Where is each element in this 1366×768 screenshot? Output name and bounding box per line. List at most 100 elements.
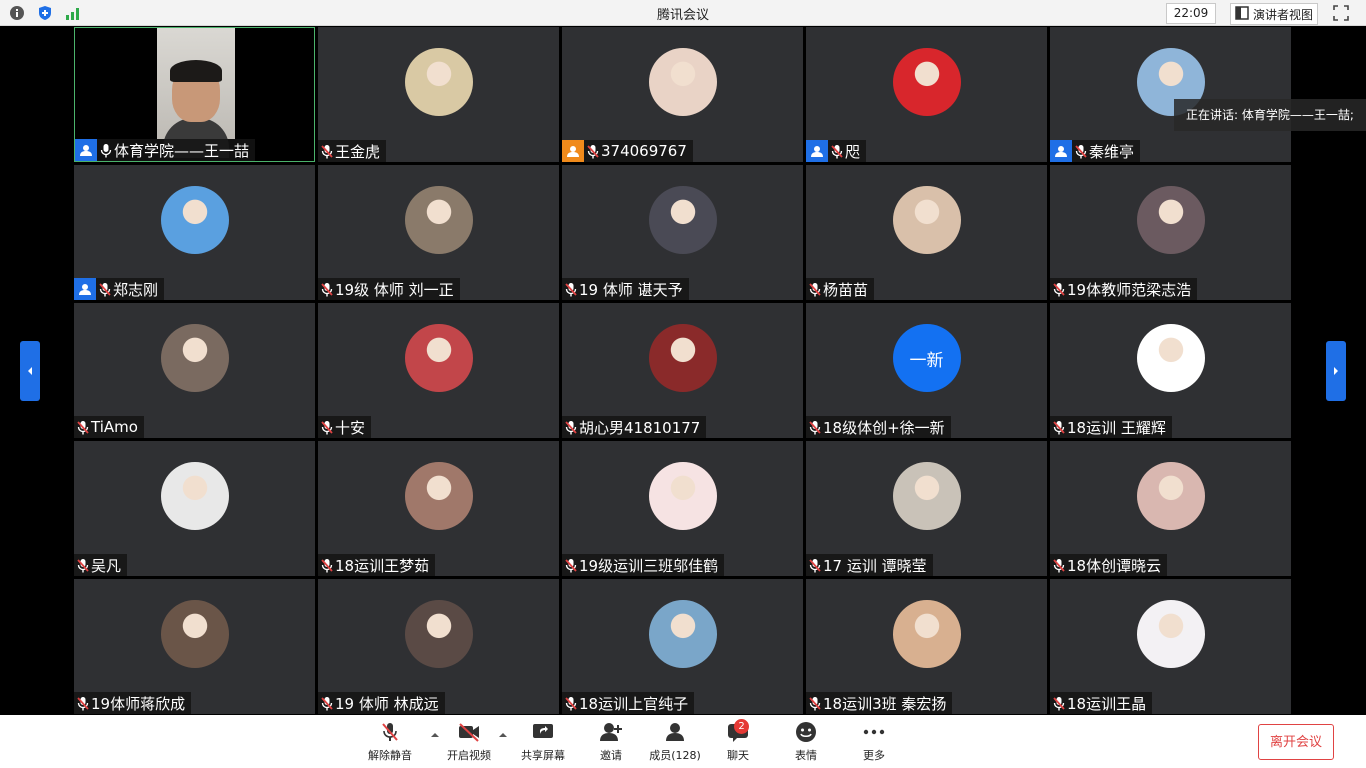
members-icon [666, 723, 684, 741]
participant-tile[interactable]: 19级 体师 刘一正 [318, 165, 559, 300]
participant-name: 杨苗苗 [823, 280, 869, 299]
reactions-button[interactable]: 表情 [790, 721, 822, 765]
chevron-left-icon [28, 367, 32, 375]
more-dots-icon [863, 729, 885, 735]
participant-name: 19体师蒋欣成 [91, 694, 186, 713]
mic-muted-icon [382, 723, 398, 741]
chat-label: 聊天 [727, 749, 749, 762]
speaker-view-icon [1235, 5, 1249, 23]
start-video-button[interactable]: 开启视频 [444, 721, 494, 765]
avatar [648, 600, 717, 668]
participant-tile[interactable]: 19体教师范梁志浩 [1050, 165, 1291, 300]
participant-name: TiAmo [91, 418, 138, 436]
participant-tile[interactable]: 18运训王梦茹 [318, 441, 559, 576]
user-role-icon [562, 140, 584, 162]
participant-tile[interactable]: 一新 18级体创+徐一新 [806, 303, 1047, 438]
mic-icon [99, 142, 113, 158]
camera-off-icon [459, 723, 479, 742]
participant-name: 18级体创+徐一新 [823, 418, 945, 437]
participant-tile[interactable]: 郑志刚 [74, 165, 315, 300]
participant-tile[interactable]: 18运训3班 秦宏扬 [806, 579, 1047, 714]
participant-tile[interactable]: 17 运训 谭晓莹 [806, 441, 1047, 576]
members-label: 成员(128) [649, 749, 701, 762]
audio-options-caret-icon[interactable] [430, 730, 440, 740]
avatar [892, 48, 961, 116]
share-screen-label: 共享屏幕 [521, 749, 565, 762]
next-page-button[interactable] [1326, 341, 1346, 401]
invite-button[interactable]: 邀请 [594, 721, 628, 765]
leave-meeting-button[interactable]: 离开会议 [1258, 724, 1334, 760]
participant-tile[interactable]: 374069767 [562, 27, 803, 162]
mic-muted-icon [1052, 281, 1066, 297]
participant-name-bar: 十安 [318, 416, 372, 438]
chevron-right-icon [1334, 367, 1338, 375]
participant-tile[interactable]: 杨苗苗 [806, 165, 1047, 300]
avatar [160, 324, 229, 392]
participant-tile[interactable]: 王金虎 [318, 27, 559, 162]
avatar [648, 186, 717, 254]
participant-tile[interactable]: 18运训 王耀辉 [1050, 303, 1291, 438]
mic-muted-icon [320, 281, 334, 297]
avatar [648, 462, 717, 530]
fullscreen-icon[interactable] [1332, 4, 1350, 22]
mic-muted-icon [76, 557, 90, 573]
participant-name: 王金虎 [335, 142, 381, 161]
participant-name-bar: 18体创谭晓云 [1050, 554, 1168, 576]
participant-name: 郑志刚 [113, 280, 159, 299]
participant-tile[interactable]: 咫 [806, 27, 1047, 162]
avatar: 一新 [892, 324, 961, 392]
participant-name-bar: 咫 [806, 140, 867, 162]
participant-name-bar: 18运训3班 秦宏扬 [806, 692, 953, 714]
window-title: 腾讯会议 [656, 8, 709, 23]
avatar [648, 324, 717, 392]
mic-muted-icon [564, 557, 578, 573]
participant-tile[interactable]: 体育学院——王一喆 [74, 27, 315, 162]
smiley-icon [796, 722, 816, 742]
participant-tile[interactable]: 19级运训三班邬佳鹤 [562, 441, 803, 576]
mic-muted-icon [564, 419, 578, 435]
participant-name-bar: 杨苗苗 [806, 278, 875, 300]
participant-name-bar: 18运训 王耀辉 [1050, 416, 1172, 438]
participant-name-bar: 18运训王梦茹 [318, 554, 436, 576]
participant-tile[interactable]: 19 体师 林成远 [318, 579, 559, 714]
members-button[interactable]: 成员(128) [648, 721, 702, 765]
participant-tile[interactable]: 19 体师 谌天予 [562, 165, 803, 300]
participant-tile[interactable]: 18运训上官纯子 [562, 579, 803, 714]
mic-muted-icon [564, 695, 578, 711]
participant-tile[interactable]: 十安 [318, 303, 559, 438]
participant-name: 18运训王梦茹 [335, 556, 430, 575]
participant-name: 体育学院——王一喆 [114, 141, 250, 160]
participant-name-bar: 吴凡 [74, 554, 128, 576]
participant-name: 18体创谭晓云 [1067, 556, 1162, 575]
participant-tile[interactable]: 胡心男41810177 [562, 303, 803, 438]
speaker-view-button[interactable]: 演讲者视图 [1230, 3, 1319, 25]
unmute-button[interactable]: 解除静音 [366, 721, 414, 765]
participant-name-bar: 18运训上官纯子 [562, 692, 695, 714]
invite-label: 邀请 [600, 749, 622, 762]
previous-page-button[interactable] [20, 341, 40, 401]
chat-button[interactable]: 2 聊天 [722, 719, 754, 765]
start-video-label: 开启视频 [447, 749, 491, 762]
more-button[interactable]: 更多 [858, 721, 890, 765]
avatar [1136, 324, 1205, 392]
participant-tile[interactable]: 19体师蒋欣成 [74, 579, 315, 714]
avatar [160, 462, 229, 530]
mic-muted-icon [76, 419, 90, 435]
participant-tile[interactable]: TiAmo [74, 303, 315, 438]
participant-tile[interactable]: 吴凡 [74, 441, 315, 576]
participant-name-bar: 体育学院——王一喆 [75, 139, 256, 161]
participant-name-bar: 胡心男41810177 [562, 416, 707, 438]
participant-tile[interactable]: 秦维亭 [1050, 27, 1291, 162]
mic-muted-icon [808, 695, 822, 711]
video-options-caret-icon[interactable] [498, 730, 508, 740]
participant-tile[interactable]: 18体创谭晓云 [1050, 441, 1291, 576]
speaker-view-label: 演讲者视图 [1253, 7, 1314, 22]
participant-name-bar: TiAmo [74, 416, 144, 438]
chat-unread-badge: 2 [734, 719, 749, 734]
participant-tile[interactable]: 18运训王晶 [1050, 579, 1291, 714]
mic-muted-icon [320, 419, 334, 435]
mic-muted-icon [830, 143, 844, 159]
share-screen-button[interactable]: 共享屏幕 [518, 721, 568, 765]
participant-name: 17 运训 谭晓莹 [823, 556, 927, 575]
mic-muted-icon [808, 419, 822, 435]
